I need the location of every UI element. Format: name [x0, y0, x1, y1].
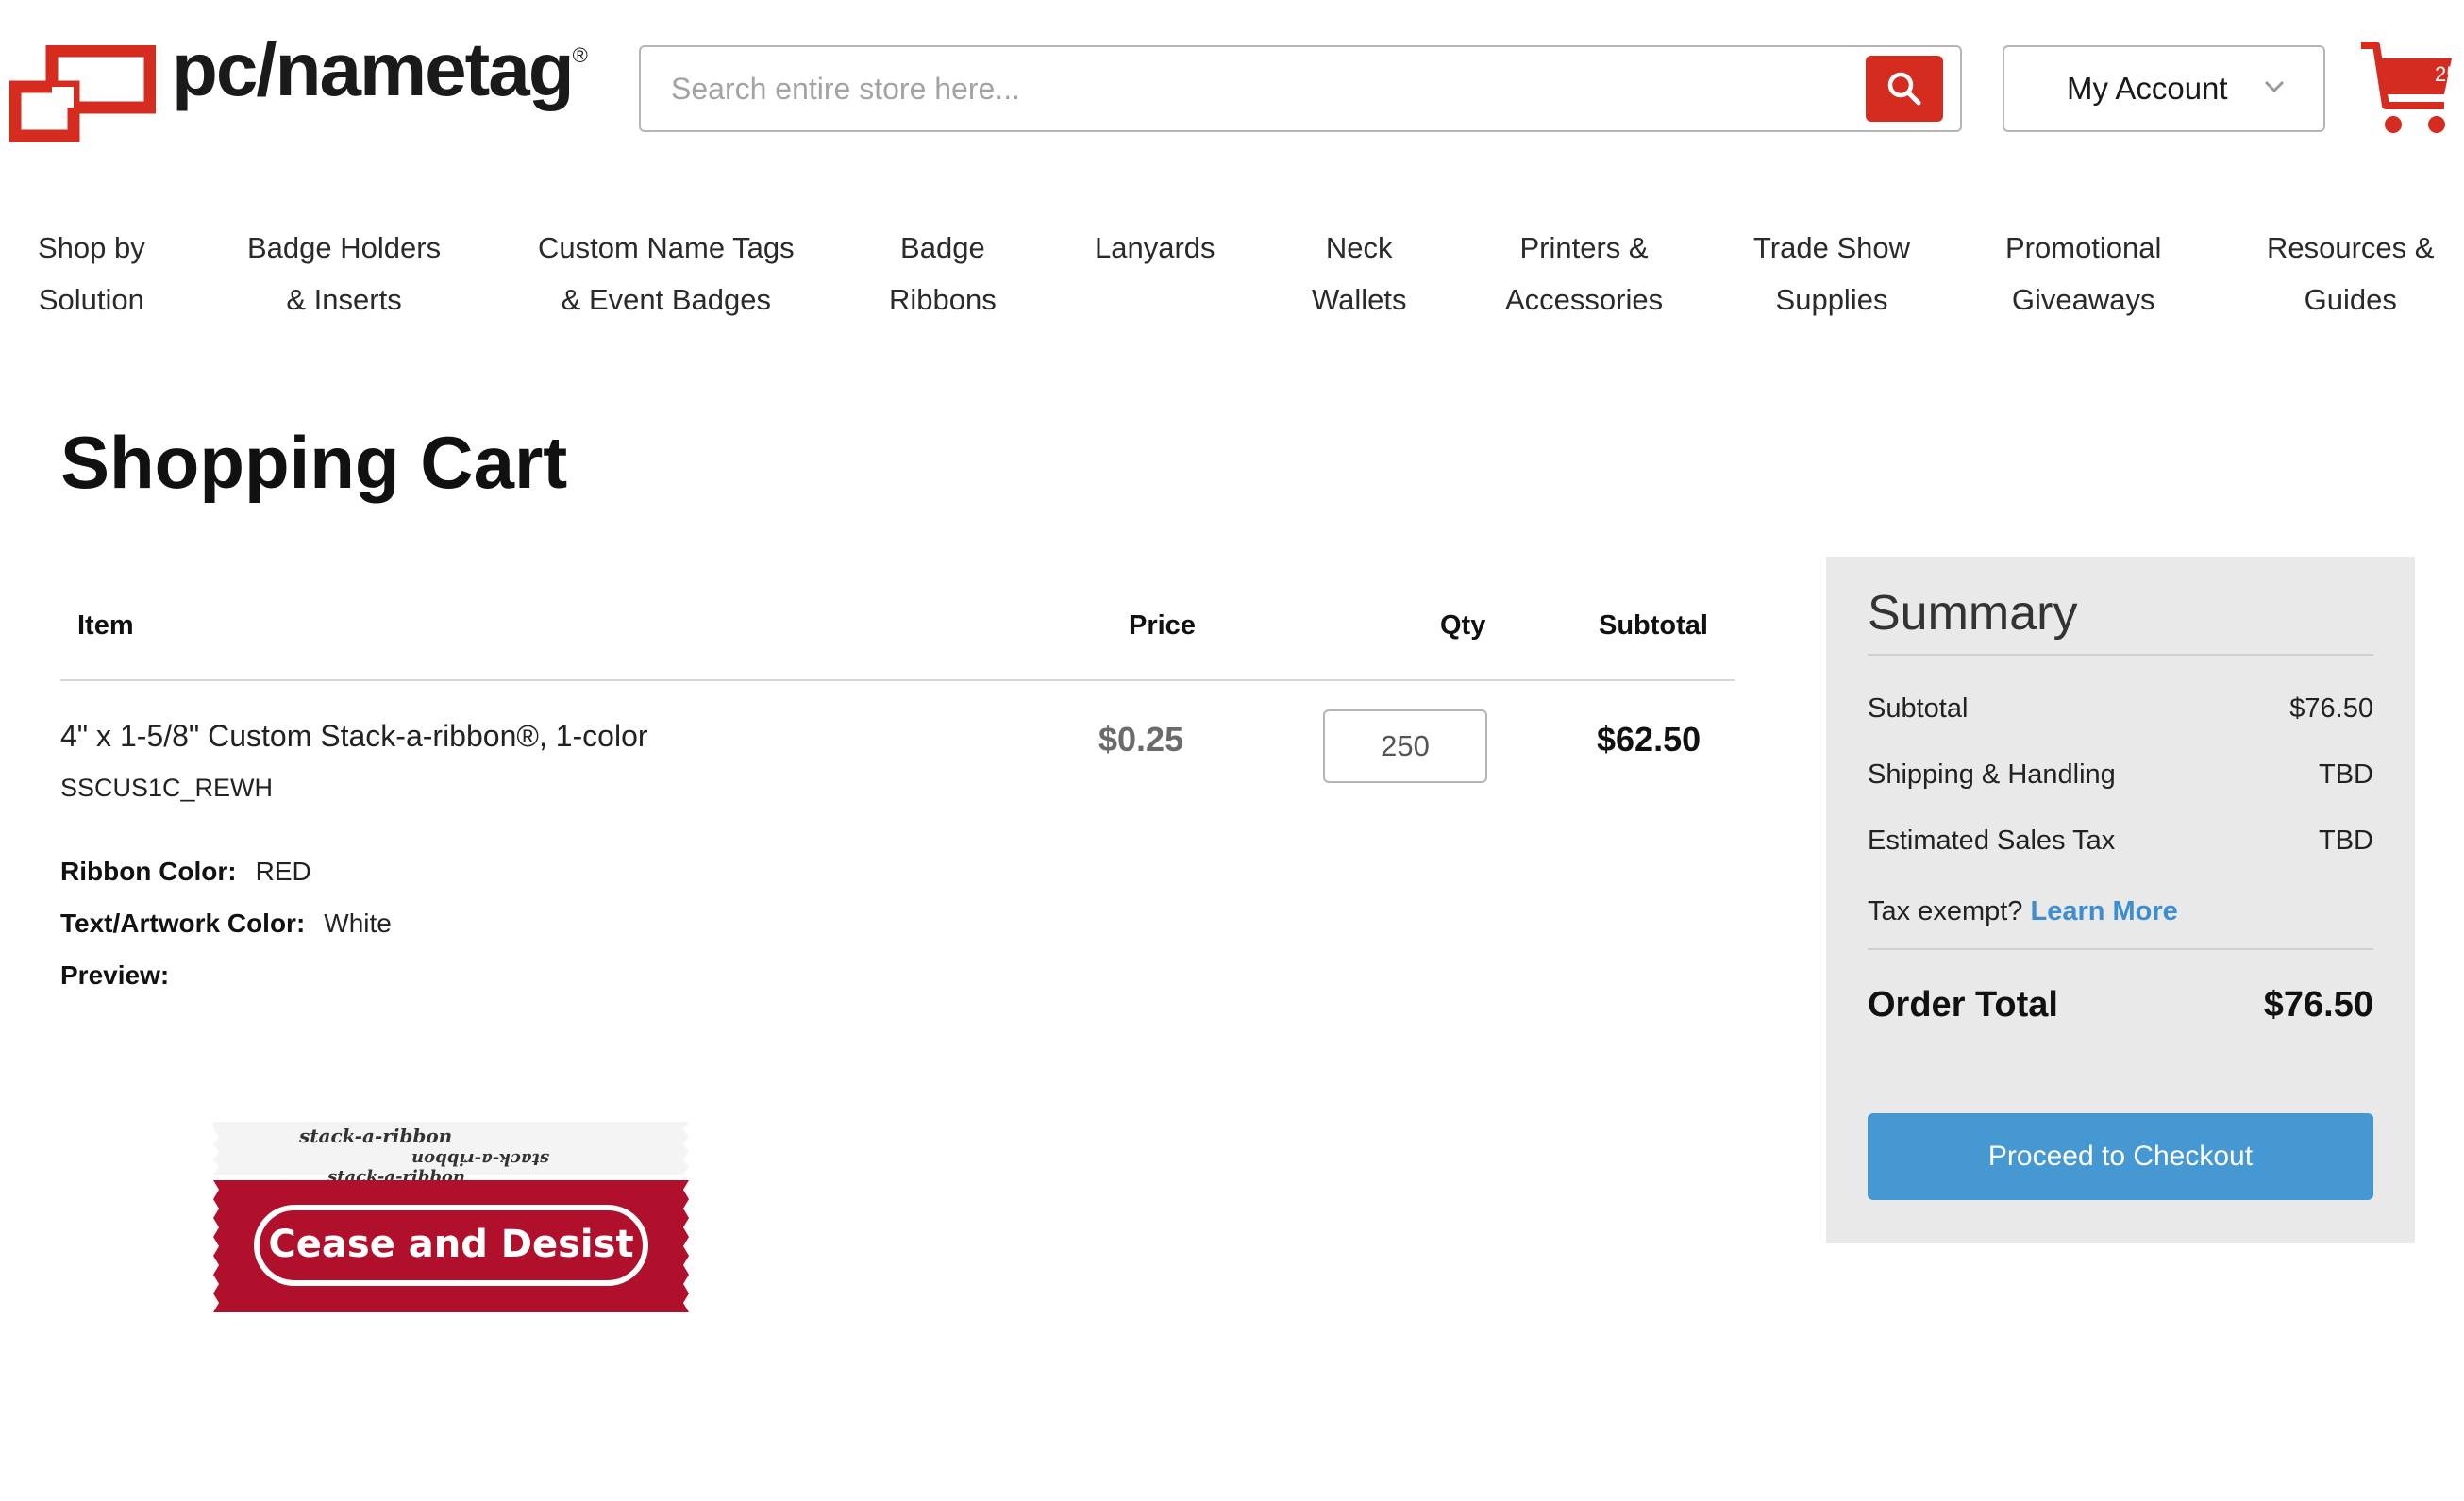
- summary-value: TBD: [2319, 826, 2373, 856]
- nav-badge-ribbons[interactable]: Badge Ribbons: [889, 222, 997, 325]
- learn-more-link[interactable]: Learn More: [2030, 896, 2177, 926]
- table-divider: [60, 679, 1735, 681]
- summary-row-shipping: Shipping & Handling TBD: [1868, 759, 2373, 791]
- order-total-label: Order Total: [1868, 985, 2058, 1025]
- search-icon: [1887, 72, 1921, 106]
- nav-printers-accessories[interactable]: Printers & Accessories: [1505, 222, 1663, 325]
- column-header-price: Price: [1129, 610, 1196, 641]
- pc-nametag-logo-icon[interactable]: [9, 45, 156, 144]
- page-title: Shopping Cart: [60, 421, 568, 504]
- item-name-link[interactable]: 4" x 1-5/8" Custom Stack-a-ribbon®, 1-co…: [60, 719, 648, 754]
- summary-divider: [1868, 948, 2373, 950]
- search-bar: [639, 45, 1962, 132]
- column-header-qty: Qty: [1440, 610, 1486, 641]
- column-header-item: Item: [77, 610, 134, 641]
- tax-exempt-row: Tax exempt? Learn More: [1868, 896, 2373, 927]
- option-text-color: Text/Artwork Color: White: [60, 909, 392, 939]
- column-header-subtotal: Subtotal: [1599, 610, 1708, 641]
- stack-label-1: stack-a-ribbon: [298, 1125, 452, 1147]
- order-summary-panel: Summary Subtotal $76.50 Shipping & Handl…: [1826, 557, 2415, 1243]
- nav-neck-wallets[interactable]: Neck Wallets: [1312, 222, 1406, 325]
- proceed-to-checkout-button[interactable]: Proceed to Checkout: [1868, 1113, 2373, 1200]
- nav-custom-name-tags[interactable]: Custom Name Tags & Event Badges: [538, 222, 795, 325]
- summary-value: $76.50: [2289, 693, 2373, 724]
- cart-icon[interactable]: [2357, 38, 2456, 142]
- option-value: White: [324, 909, 392, 938]
- cart-count-badge: 251: [2435, 62, 2464, 86]
- nav-promotional-giveaways[interactable]: Promotional Giveaways: [2005, 222, 2161, 325]
- search-button[interactable]: [1866, 56, 1943, 122]
- summary-label: Shipping & Handling: [1868, 759, 2116, 790]
- option-preview: Preview:: [60, 960, 188, 991]
- order-total-row: Order Total $76.50: [1868, 985, 2373, 1026]
- option-value: RED: [255, 857, 311, 886]
- chevron-down-icon: [2264, 80, 2285, 93]
- item-sku: SSCUS1C_REWH: [60, 774, 274, 802]
- item-subtotal: $62.50: [1597, 720, 1701, 759]
- option-label: Ribbon Color:: [60, 857, 237, 886]
- summary-value: TBD: [2319, 759, 2373, 790]
- quantity-input[interactable]: [1323, 709, 1487, 783]
- ribbon-text: Cease and Desist: [268, 1223, 633, 1266]
- summary-divider: [1868, 654, 2373, 656]
- tax-exempt-text: Tax exempt?: [1868, 896, 2023, 926]
- brand-wordmark[interactable]: pc/nametag®: [172, 26, 588, 113]
- summary-row-subtotal: Subtotal $76.50: [1868, 693, 2373, 725]
- order-total-value: $76.50: [2263, 985, 2373, 1025]
- site-header: pc/nametag® My Account 251: [0, 0, 2464, 160]
- search-input[interactable]: [669, 62, 1820, 115]
- summary-title: Summary: [1868, 586, 2078, 641]
- nav-badge-holders[interactable]: Badge Holders & Inserts: [247, 222, 441, 325]
- option-label: Text/Artwork Color:: [60, 909, 306, 938]
- main-nav: Shop by Solution Badge Holders & Inserts C…: [0, 222, 2464, 335]
- summary-label: Subtotal: [1868, 693, 1969, 724]
- nav-trade-show-supplies[interactable]: Trade Show Supplies: [1753, 222, 1910, 325]
- summary-label: Estimated Sales Tax: [1868, 826, 2116, 856]
- stack-label-2: stack-a-ribbon: [411, 1149, 550, 1169]
- option-ribbon-color: Ribbon Color: RED: [60, 857, 311, 887]
- nav-resources-guides[interactable]: Resources & Guides: [2267, 222, 2434, 325]
- my-account-dropdown[interactable]: My Account: [2003, 45, 2325, 132]
- item-price: $0.25: [1098, 720, 1184, 759]
- nav-lanyards[interactable]: Lanyards: [1095, 222, 1215, 274]
- summary-row-sales-tax: Estimated Sales Tax TBD: [1868, 826, 2373, 857]
- nav-shop-by-solution[interactable]: Shop by Solution: [38, 222, 145, 325]
- ribbon-preview-image: stack-a-ribbon stack-a-ribbon stack-a-ri…: [213, 1122, 689, 1312]
- option-label: Preview:: [60, 960, 170, 990]
- my-account-label: My Account: [2067, 71, 2228, 106]
